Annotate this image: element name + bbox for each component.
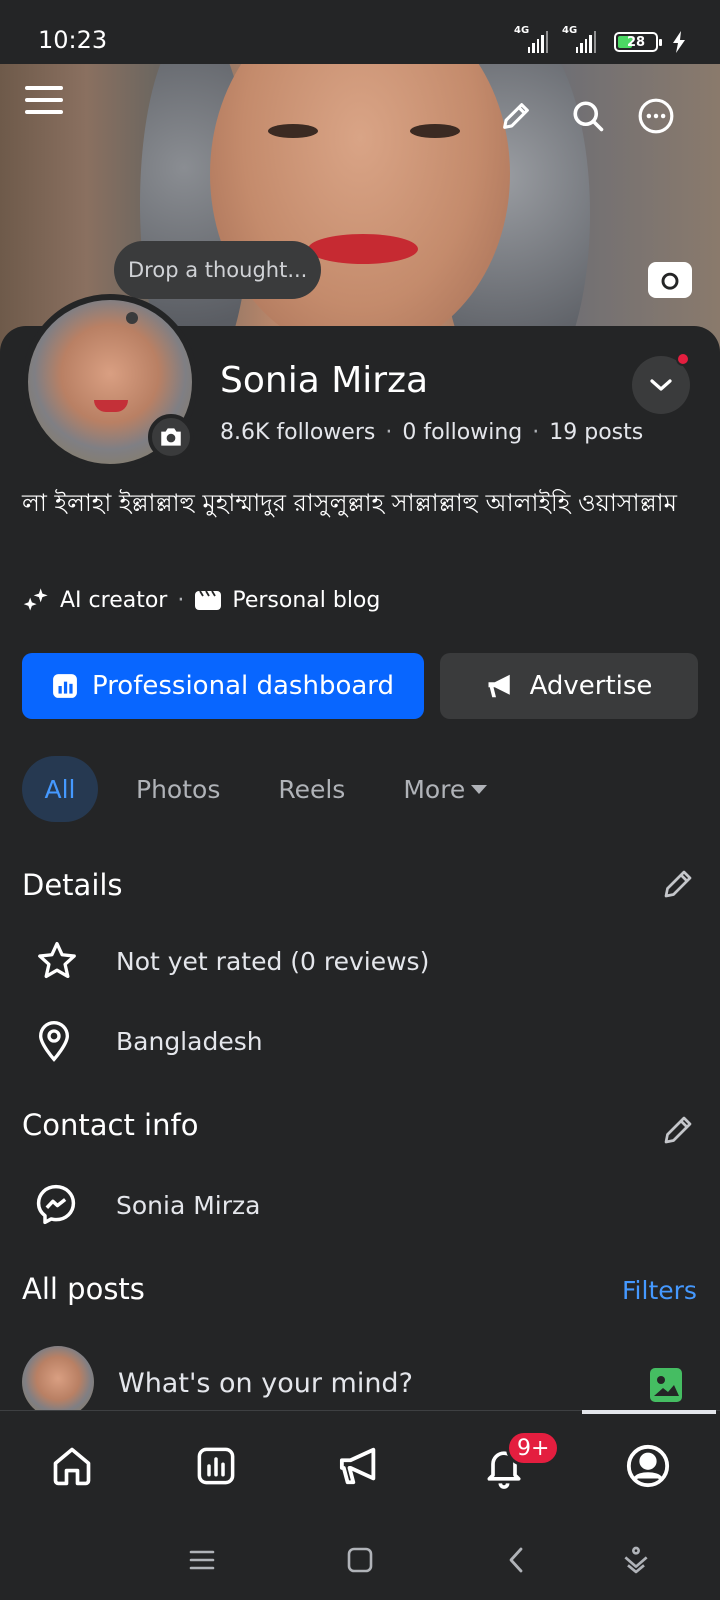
rating-row[interactable]: Not yet rated (0 reviews) (22, 936, 429, 986)
followers-count[interactable]: 8.6K followers (220, 420, 375, 445)
tag-personal-blog: Personal blog (232, 587, 381, 613)
megaphone-icon (488, 674, 510, 698)
signal-icon: 4G (514, 25, 549, 53)
posts-count[interactable]: 19 posts (549, 420, 643, 445)
nav-dashboard[interactable] (186, 1440, 246, 1492)
tab-more-label: More (403, 774, 466, 804)
status-bar: 10:23 4G 4G 28 (0, 0, 720, 64)
battery-icon: 28 (614, 32, 662, 52)
more-options-icon[interactable] (636, 96, 676, 136)
signal-label: 4G (514, 25, 530, 36)
avatar-camera-icon[interactable] (148, 414, 194, 460)
details-title: Details (22, 868, 123, 902)
thought-bubble[interactable]: Drop a thought... (114, 241, 322, 299)
edit-contact-icon[interactable] (660, 1112, 700, 1152)
tab-all[interactable]: All (22, 756, 98, 822)
profile-icon (626, 1444, 670, 1488)
signal-icon: 4G (562, 25, 597, 53)
post-composer[interactable]: What's on your mind? (22, 1346, 698, 1418)
photo-icon[interactable] (650, 1368, 682, 1402)
tag-ai-creator: AI creator (60, 587, 168, 613)
assistant-icon[interactable] (614, 1538, 658, 1582)
menu-icon[interactable] (22, 80, 66, 120)
edit-details-icon[interactable] (660, 866, 700, 906)
rating-text: Not yet rated (0 reviews) (116, 946, 430, 976)
advertise-label: Advertise (529, 671, 653, 701)
chevron-down-icon (650, 379, 672, 391)
nav-ads[interactable] (330, 1440, 390, 1492)
messenger-name: Sonia Mirza (116, 1190, 261, 1220)
composer-avatar (22, 1346, 94, 1418)
profile-name: Sonia Mirza (220, 360, 429, 401)
professional-dashboard-label: Professional dashboard (91, 671, 395, 701)
caret-down-icon (471, 784, 488, 794)
notification-dot (676, 352, 690, 366)
stats-separator: · (532, 420, 540, 445)
battery-level: 28 (626, 34, 646, 50)
composer-prompt[interactable]: What's on your mind? (118, 1368, 413, 1399)
megaphone-icon (339, 1447, 376, 1485)
location-pin-icon (38, 1021, 70, 1062)
filters-link[interactable]: Filters (622, 1276, 697, 1305)
profile-stats: 8.6K followers · 0 following · 19 posts (220, 420, 643, 445)
status-icons: 4G 4G 28 (514, 25, 686, 56)
tag-separator: · (177, 587, 185, 613)
nav-profile[interactable] (618, 1440, 678, 1492)
location-row[interactable]: Bangladesh (22, 1016, 263, 1066)
dashboard-icon (197, 1447, 235, 1485)
all-posts-title: All posts (22, 1272, 145, 1306)
profile-tags: AI creator · Personal blog (22, 584, 380, 616)
advertise-button[interactable]: Advertise (440, 653, 698, 719)
profile-bio: লা ইলাহা ইল্লাল্লাহু মুহাম্মাদুর রাসুলুল… (22, 489, 677, 517)
notification-badge: 9+ (506, 1430, 561, 1466)
recent-apps-icon[interactable] (180, 1538, 224, 1582)
search-icon[interactable] (568, 96, 608, 136)
active-tab-indicator (582, 1410, 716, 1414)
status-dot (126, 312, 138, 324)
stats-separator: · (385, 420, 393, 445)
contact-info-title: Contact info (22, 1108, 199, 1142)
dashboard-icon (53, 674, 77, 698)
star-icon (38, 941, 76, 979)
messenger-icon (36, 1184, 76, 1225)
status-time: 10:23 (38, 26, 108, 54)
cover-camera-icon[interactable] (648, 262, 692, 298)
nav-home[interactable] (42, 1440, 102, 1492)
tab-reels[interactable]: Reels (256, 756, 367, 822)
location-text: Bangladesh (116, 1026, 263, 1056)
blog-icon (195, 590, 222, 610)
edit-profile-icon[interactable] (496, 96, 536, 136)
messenger-row[interactable]: Sonia Mirza (22, 1180, 260, 1230)
content-tabs: All Photos Reels More (22, 756, 509, 822)
home-button-icon[interactable] (338, 1538, 382, 1582)
professional-dashboard-button[interactable]: Professional dashboard (22, 653, 424, 719)
back-icon[interactable] (494, 1538, 538, 1582)
signal-label: 4G (562, 25, 578, 36)
sparkle-icon (23, 588, 48, 611)
charging-icon (673, 31, 685, 53)
profile-screen: 10:23 4G 4G 28 Drop a thought... Sonia M… (0, 0, 720, 1600)
tab-more[interactable]: More (381, 756, 509, 822)
home-icon (53, 1447, 91, 1486)
tab-photos[interactable]: Photos (114, 756, 242, 822)
following-count[interactable]: 0 following (402, 420, 522, 445)
